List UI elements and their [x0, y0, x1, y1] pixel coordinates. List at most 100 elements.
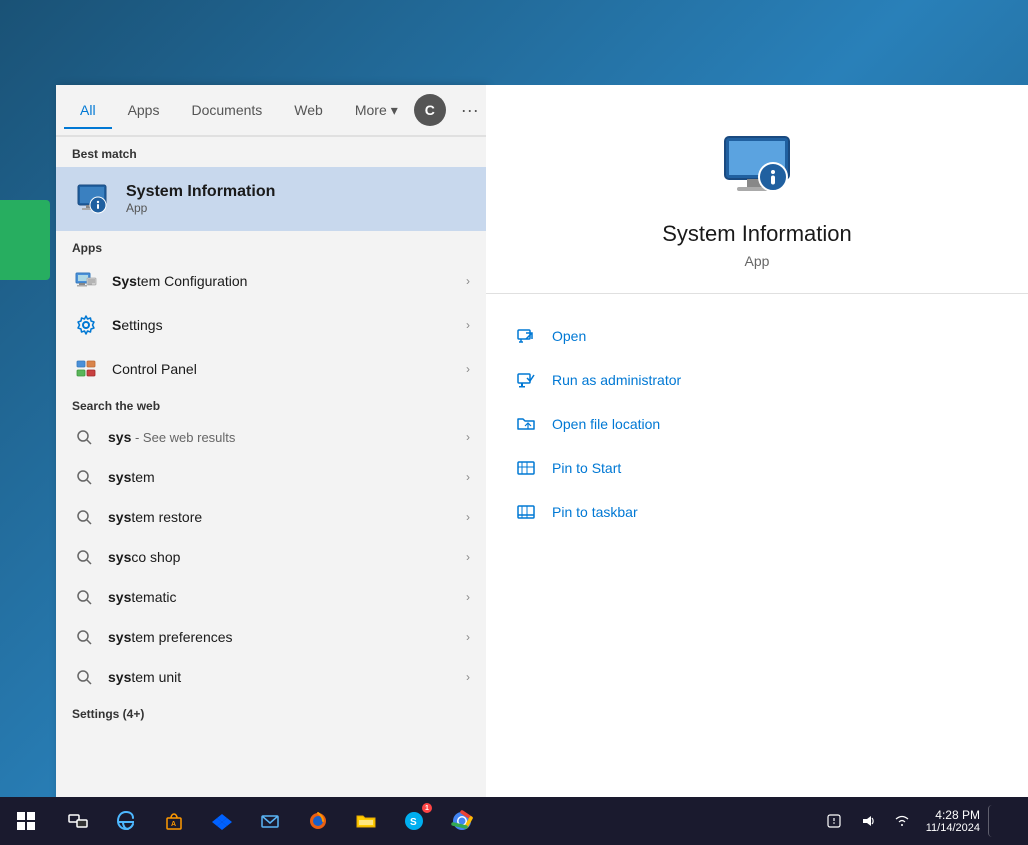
search-icon-3 [72, 505, 96, 529]
tab-apps[interactable]: Apps [112, 94, 176, 129]
date: 11/14/2024 [926, 822, 980, 834]
web-item-text-3: system restore [108, 509, 454, 525]
app-settings[interactable]: Settings › [56, 303, 486, 347]
action-list: Open Run as administrator [486, 314, 1028, 534]
edge-icon[interactable] [104, 799, 148, 843]
search-icon-4 [72, 545, 96, 569]
volume-icon[interactable] [852, 805, 884, 837]
chevron-down-icon: ▾ [391, 102, 398, 119]
user-avatar[interactable]: C [414, 94, 446, 126]
control-panel-label: Control Panel [112, 361, 454, 377]
clock[interactable]: 4:28 PM 11/14/2024 [926, 808, 980, 834]
skype-badge: 1 [425, 805, 429, 812]
web-item-sysco-shop[interactable]: sysco shop › [56, 537, 486, 577]
pin-taskbar-label: Pin to taskbar [552, 504, 638, 520]
admin-icon [514, 368, 538, 392]
green-sidebar-sliver [0, 200, 50, 280]
taskbar-right: 4:28 PM 11/14/2024 [818, 805, 1028, 837]
chevron-right-web-5: › [466, 590, 470, 604]
action-pin-start[interactable]: Pin to Start [506, 446, 1008, 490]
show-desktop-button[interactable] [988, 805, 1020, 837]
time: 4:28 PM [926, 808, 980, 822]
task-view-icon[interactable] [56, 799, 100, 843]
chevron-right-icon-2: › [466, 318, 470, 332]
web-item-sys-results[interactable]: sys - See web results › [56, 417, 486, 457]
web-item-system-unit[interactable]: system unit › [56, 657, 486, 697]
settings-footer-label: Settings (4+) [56, 697, 486, 725]
tray-icon-1[interactable] [818, 805, 850, 837]
web-item-text-1: sys - See web results [108, 429, 454, 445]
more-options-button[interactable]: ··· [454, 94, 486, 126]
app-system-configuration[interactable]: System Configuration › [56, 259, 486, 303]
file-explorer-icon[interactable] [344, 799, 388, 843]
web-item-system-restore[interactable]: system restore › [56, 497, 486, 537]
tabs-left: All Apps Documents Web More ▾ [64, 94, 414, 127]
tab-web[interactable]: Web [278, 94, 339, 129]
web-item-system[interactable]: system › [56, 457, 486, 497]
mail-icon[interactable] [248, 799, 292, 843]
web-item-systematic[interactable]: systematic › [56, 577, 486, 617]
search-icon-7 [72, 665, 96, 689]
action-run-as-admin[interactable]: Run as administrator [506, 358, 1008, 402]
network-icon[interactable] [886, 805, 918, 837]
skype-icon[interactable]: S 1 [392, 799, 436, 843]
firefox-icon[interactable] [296, 799, 340, 843]
right-panel-app-name: System Information [662, 221, 852, 247]
web-item-text-7: system unit [108, 669, 454, 685]
left-panel-content: Best match System Information App [56, 137, 486, 845]
tab-all[interactable]: All [64, 94, 112, 129]
web-item-text-2: system [108, 469, 454, 485]
right-panel-divider [486, 293, 1028, 294]
chevron-right-web-2: › [466, 470, 470, 484]
search-icon-5 [72, 585, 96, 609]
search-left-panel: All Apps Documents Web More ▾ C ··· ✕ Be… [56, 85, 486, 845]
pin-taskbar-icon [514, 500, 538, 524]
chevron-right-web-7: › [466, 670, 470, 684]
chrome-icon[interactable] [440, 799, 484, 843]
best-match-text: System Information App [126, 183, 275, 215]
chevron-right-web-1: › [466, 430, 470, 444]
system-config-icon [72, 267, 100, 295]
search-icon-6 [72, 625, 96, 649]
chevron-right-icon-3: › [466, 362, 470, 376]
action-open[interactable]: Open [506, 314, 1008, 358]
best-match-label: Best match [56, 137, 486, 167]
store-icon[interactable]: A [152, 799, 196, 843]
tab-more[interactable]: More ▾ [339, 94, 414, 127]
pin-start-icon [514, 456, 538, 480]
system-info-icon [72, 179, 112, 219]
tab-documents[interactable]: Documents [175, 94, 278, 129]
right-panel-app-type: App [745, 253, 770, 269]
settings-label: Settings [112, 317, 454, 333]
chevron-right-web-6: › [466, 630, 470, 644]
run-as-admin-label: Run as administrator [552, 372, 681, 388]
open-label: Open [552, 328, 586, 344]
open-file-location-label: Open file location [552, 416, 660, 432]
system-config-label: System Configuration [112, 273, 454, 289]
action-pin-taskbar[interactable]: Pin to taskbar [506, 490, 1008, 534]
start-button[interactable] [0, 797, 52, 845]
tabs-bar: All Apps Documents Web More ▾ C ··· ✕ [56, 85, 486, 137]
app-control-panel[interactable]: Control Panel › [56, 347, 486, 391]
svg-text:S: S [410, 817, 417, 828]
open-icon [514, 324, 538, 348]
web-item-text-6: system preferences [108, 629, 454, 645]
taskbar-icons: A [56, 799, 484, 843]
dropbox-icon[interactable] [200, 799, 244, 843]
chevron-right-web-4: › [466, 550, 470, 564]
search-right-panel: System Information App Open [486, 85, 1028, 845]
best-match-item[interactable]: System Information App [56, 167, 486, 231]
web-search-label: Search the web [56, 391, 486, 417]
search-icon-2 [72, 465, 96, 489]
taskbar: A [0, 797, 1028, 845]
folder-icon [514, 412, 538, 436]
web-item-text-5: systematic [108, 589, 454, 605]
action-open-file-location[interactable]: Open file location [506, 402, 1008, 446]
chevron-right-icon: › [466, 274, 470, 288]
control-panel-icon [72, 355, 100, 383]
web-item-text-4: sysco shop [108, 549, 454, 565]
app-icon-large [717, 125, 797, 205]
web-item-system-preferences[interactable]: system preferences › [56, 617, 486, 657]
svg-text:A: A [171, 821, 176, 828]
chevron-right-web-3: › [466, 510, 470, 524]
